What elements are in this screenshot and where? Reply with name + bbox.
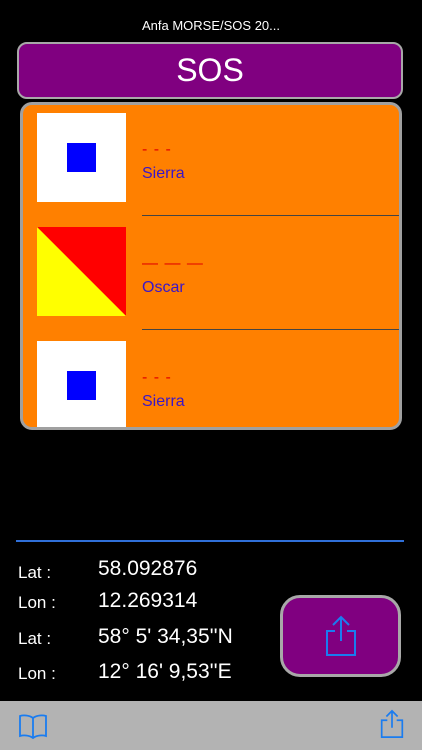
lat-dms-value: 58° 5' 34,35''N (98, 625, 233, 648)
flag-name: Sierra (142, 165, 185, 182)
morse-code: - - - (142, 369, 172, 386)
oscar-flag-icon (37, 227, 126, 316)
share-icon (325, 615, 356, 656)
lat-label: Lat : (18, 629, 52, 648)
lon-label: Lon : (18, 664, 56, 683)
morse-code: — — — (142, 255, 204, 272)
flag-row[interactable]: - - - Sierra (23, 105, 399, 219)
row-separator (142, 215, 399, 216)
lon-label: Lon : (18, 593, 56, 612)
book-icon[interactable] (18, 711, 48, 741)
lat-label: Lat : (18, 563, 52, 582)
app-title: Anfa MORSE/SOS 20... (142, 18, 280, 33)
coords-divider (16, 540, 404, 542)
flag-row[interactable]: - - - Sierra (23, 333, 399, 427)
share-icon[interactable] (377, 709, 407, 739)
lon-dms-value: 12° 16' 9,53''E (98, 660, 232, 683)
lon-decimal-value: 12.269314 (98, 589, 198, 612)
sos-header-button[interactable]: SOS (17, 42, 403, 99)
flag-panel: - - - Sierra — — — Oscar - - - Sierra (20, 102, 402, 430)
bottom-toolbar (0, 701, 422, 750)
row-separator (142, 329, 399, 330)
sierra-flag-icon (37, 113, 126, 202)
flag-name: Sierra (142, 393, 185, 410)
morse-code: - - - (142, 141, 172, 158)
lat-decimal-value: 58.092876 (98, 557, 198, 580)
flag-row[interactable]: — — — Oscar (23, 219, 399, 333)
share-location-button[interactable] (280, 595, 401, 677)
sierra-flag-icon (37, 341, 126, 427)
flag-name: Oscar (142, 279, 185, 296)
